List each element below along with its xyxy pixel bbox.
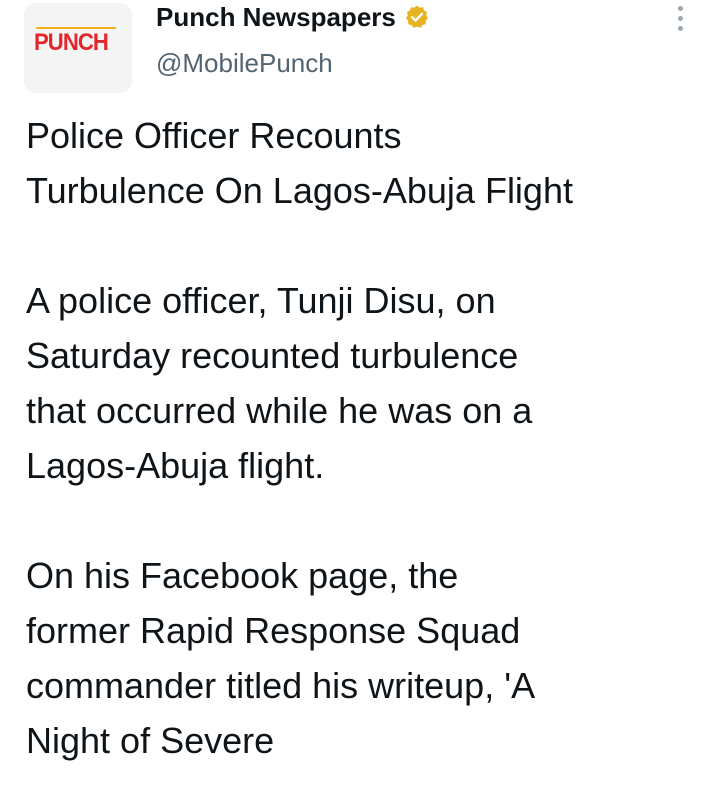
tweet-line: former Rapid Response Squad	[26, 610, 521, 651]
tweet-line: Night of Severe	[26, 720, 275, 761]
verified-badge-icon	[404, 4, 430, 30]
tweet-card: PUNCH Punch Newspapers @MobilePunch Poli…	[0, 0, 720, 796]
user-handle[interactable]: @MobilePunch	[156, 48, 430, 79]
tweet-text: Police Officer Recounts Turbulence On Lag…	[26, 108, 706, 768]
paragraph-break	[26, 493, 706, 548]
tweet-line: Lagos-Abuja flight.	[26, 445, 325, 486]
tweet-line: Turbulence On Lagos-Abuja Flight	[26, 170, 573, 211]
name-row: Punch Newspapers	[156, 0, 430, 34]
tweet-line: that occurred while he was on a	[26, 390, 533, 431]
tweet-line: Saturday recounted turbulence	[26, 335, 519, 376]
more-options-icon[interactable]	[672, 6, 688, 34]
tweet-line: Police Officer Recounts	[26, 115, 402, 156]
tweet-line: commander titled his writeup, 'A	[26, 665, 536, 706]
avatar[interactable]: PUNCH	[24, 3, 132, 93]
punch-logo: PUNCH	[34, 29, 109, 56]
tweet-line: On his Facebook page, the	[26, 555, 459, 596]
tweet-line: A police officer, Tunji Disu, on	[26, 280, 496, 321]
paragraph-break	[26, 218, 706, 273]
tweet-header: Punch Newspapers @MobilePunch	[156, 0, 430, 79]
display-name[interactable]: Punch Newspapers	[156, 2, 396, 33]
